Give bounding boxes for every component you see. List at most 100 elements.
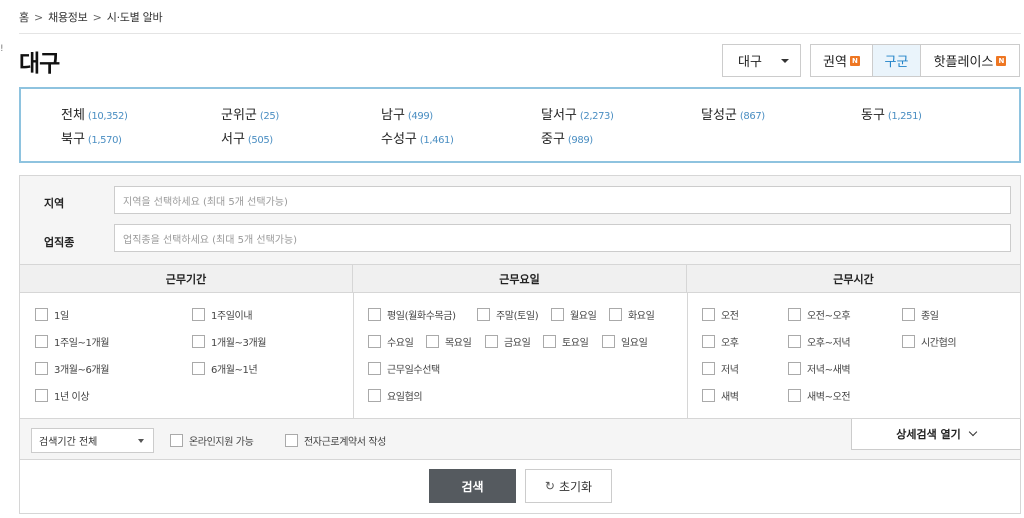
tab-hotplace[interactable]: 핫플레이스 N (920, 45, 1019, 76)
checkbox-icon (902, 308, 915, 321)
period-checkbox[interactable]: 1일 (35, 307, 69, 322)
days-checkbox[interactable]: 요일협의 (368, 388, 423, 403)
hours-checkbox[interactable]: 오전~오후 (788, 307, 851, 322)
chevron-down-icon (968, 427, 978, 437)
e-contract-checkbox[interactable]: 전자근로계약서 작성 (285, 433, 386, 448)
days-checkbox[interactable]: 화요일 (609, 307, 655, 322)
checkbox-label: 시간협의 (921, 338, 957, 349)
district-item[interactable]: 남구 (499) (381, 104, 433, 123)
tab-district[interactable]: 구군 (872, 45, 920, 76)
days-checkbox[interactable]: 목요일 (426, 334, 472, 349)
job-input[interactable]: 업직종을 선택하세요 (최대 5개 선택가능) (114, 224, 1011, 252)
region-input[interactable]: 지역을 선택하세요 (최대 5개 선택가능) (114, 186, 1011, 214)
period-checkbox[interactable]: 1주일~1개월 (35, 334, 110, 349)
checkbox-icon (285, 434, 298, 447)
job-row: 업직종 업직종을 선택하세요 (최대 5개 선택가능) (20, 220, 1020, 264)
page: 홈 > 채용정보 > 시·도별 알바 ! 대구 대구 권역 N 구군 핫플레이스… (0, 0, 1024, 518)
checkbox-icon (192, 362, 205, 375)
reset-button[interactable]: ↻ 초기화 (525, 469, 612, 503)
district-count: (867) (739, 111, 765, 122)
tab-label: 구군 (884, 55, 909, 70)
breadcrumb: 홈 > 채용정보 > 시·도별 알바 (19, 9, 163, 25)
district-item[interactable]: 북구 (1,570) (61, 128, 122, 147)
hours-checkbox[interactable]: 새벽~오전 (788, 388, 851, 403)
days-checkbox[interactable]: 수요일 (368, 334, 414, 349)
period-checkbox[interactable]: 3개월~6개월 (35, 361, 110, 376)
detail-search-label: 상세검색 열기 (896, 428, 961, 441)
district-count: (25) (259, 111, 279, 122)
hours-checkbox[interactable]: 시간협의 (902, 334, 957, 349)
breadcrumb-separator: > (34, 11, 43, 24)
district-name: 남구 (381, 108, 405, 123)
checkbox-label: 6개월~1년 (211, 365, 258, 376)
checkbox-label: 금요일 (504, 338, 531, 349)
district-name: 전체 (61, 108, 85, 123)
condition-headers: 근무기간 근무요일 근무시간 (20, 264, 1020, 293)
checkbox-icon (192, 335, 205, 348)
checkbox-icon (551, 308, 564, 321)
checkbox-label: 목요일 (445, 338, 472, 349)
checkbox-label: 오후 (721, 338, 739, 349)
checkbox-icon (788, 335, 801, 348)
hours-checkbox[interactable]: 오전 (702, 307, 739, 322)
district-name: 동구 (861, 108, 885, 123)
region-row: 지역 지역을 선택하세요 (최대 5개 선택가능) (20, 176, 1020, 220)
checkbox-label: 화요일 (628, 311, 655, 322)
days-checkbox[interactable]: 일요일 (602, 334, 648, 349)
days-checkbox[interactable]: 평일(월화수목금) (368, 307, 456, 322)
district-name: 수성구 (381, 132, 417, 147)
days-checkbox[interactable]: 근무일수선택 (368, 361, 440, 376)
days-checkbox[interactable]: 금요일 (485, 334, 531, 349)
district-item[interactable]: 달성군 (867) (701, 104, 765, 123)
city-select[interactable]: 대구 (722, 44, 801, 77)
district-item[interactable]: 군위군 (25) (221, 104, 279, 123)
checkbox-label: 새벽~오전 (807, 392, 851, 403)
checkbox-icon (368, 389, 381, 402)
hours-checkbox[interactable]: 저녁~새벽 (788, 361, 851, 376)
district-item[interactable]: 달서구 (2,273) (541, 104, 614, 123)
days-checkbox[interactable]: 주말(토일) (477, 307, 539, 322)
search-button[interactable]: 검색 (429, 469, 516, 503)
breadcrumb-jobs[interactable]: 채용정보 (48, 11, 88, 24)
district-count: (499) (407, 111, 433, 122)
district-item[interactable]: 중구 (989) (541, 128, 593, 147)
checkbox-icon (702, 362, 715, 375)
checkbox-label: 월요일 (570, 311, 597, 322)
checkbox-icon (368, 335, 381, 348)
checkbox-icon (543, 335, 556, 348)
days-checkbox[interactable]: 월요일 (551, 307, 597, 322)
hours-checkbox[interactable]: 새벽 (702, 388, 739, 403)
search-period-select[interactable]: 검색기간 전체 (31, 428, 154, 453)
checkbox-label: 1년 이상 (54, 392, 90, 403)
checkbox-icon (788, 308, 801, 321)
checkbox-icon (35, 362, 48, 375)
period-checkbox[interactable]: 1개월~3개월 (192, 334, 267, 349)
checkbox-icon (702, 308, 715, 321)
period-checkbox[interactable]: 1주일이내 (192, 307, 253, 322)
job-label: 업직종 (44, 236, 75, 249)
hours-checkbox[interactable]: 오후~저녁 (788, 334, 851, 349)
online-apply-checkbox[interactable]: 온라인지원 가능 (170, 433, 254, 448)
checkbox-icon (368, 308, 381, 321)
breadcrumb-separator: > (92, 11, 102, 24)
district-item[interactable]: 서구 (505) (221, 128, 273, 147)
detail-search-toggle[interactable]: 상세검색 열기 (851, 419, 1021, 450)
checkbox-label: 오후~저녁 (807, 338, 851, 349)
district-item[interactable]: 수성구 (1,461) (381, 128, 454, 147)
period-checkbox[interactable]: 6개월~1년 (192, 361, 258, 376)
district-item[interactable]: 동구 (1,251) (861, 104, 922, 123)
divider (687, 293, 688, 419)
district-list: 전체 (10,352) 군위군 (25) 남구 (499) 달서구 (2,273… (19, 87, 1021, 163)
breadcrumb-home[interactable]: 홈 (19, 11, 29, 24)
checkbox-label: 평일(월화수목금) (387, 311, 456, 322)
tab-region[interactable]: 권역 N (811, 45, 872, 76)
hours-checkbox[interactable]: 저녁 (702, 361, 739, 376)
period-checkbox[interactable]: 1년 이상 (35, 388, 90, 403)
district-name: 북구 (61, 132, 85, 147)
breadcrumb-current: 시·도별 알바 (106, 11, 163, 24)
district-item[interactable]: 전체 (10,352) (61, 104, 128, 123)
checkbox-icon (35, 335, 48, 348)
hours-checkbox[interactable]: 오후 (702, 334, 739, 349)
hours-checkbox[interactable]: 종일 (902, 307, 939, 322)
days-checkbox[interactable]: 토요일 (543, 334, 589, 349)
